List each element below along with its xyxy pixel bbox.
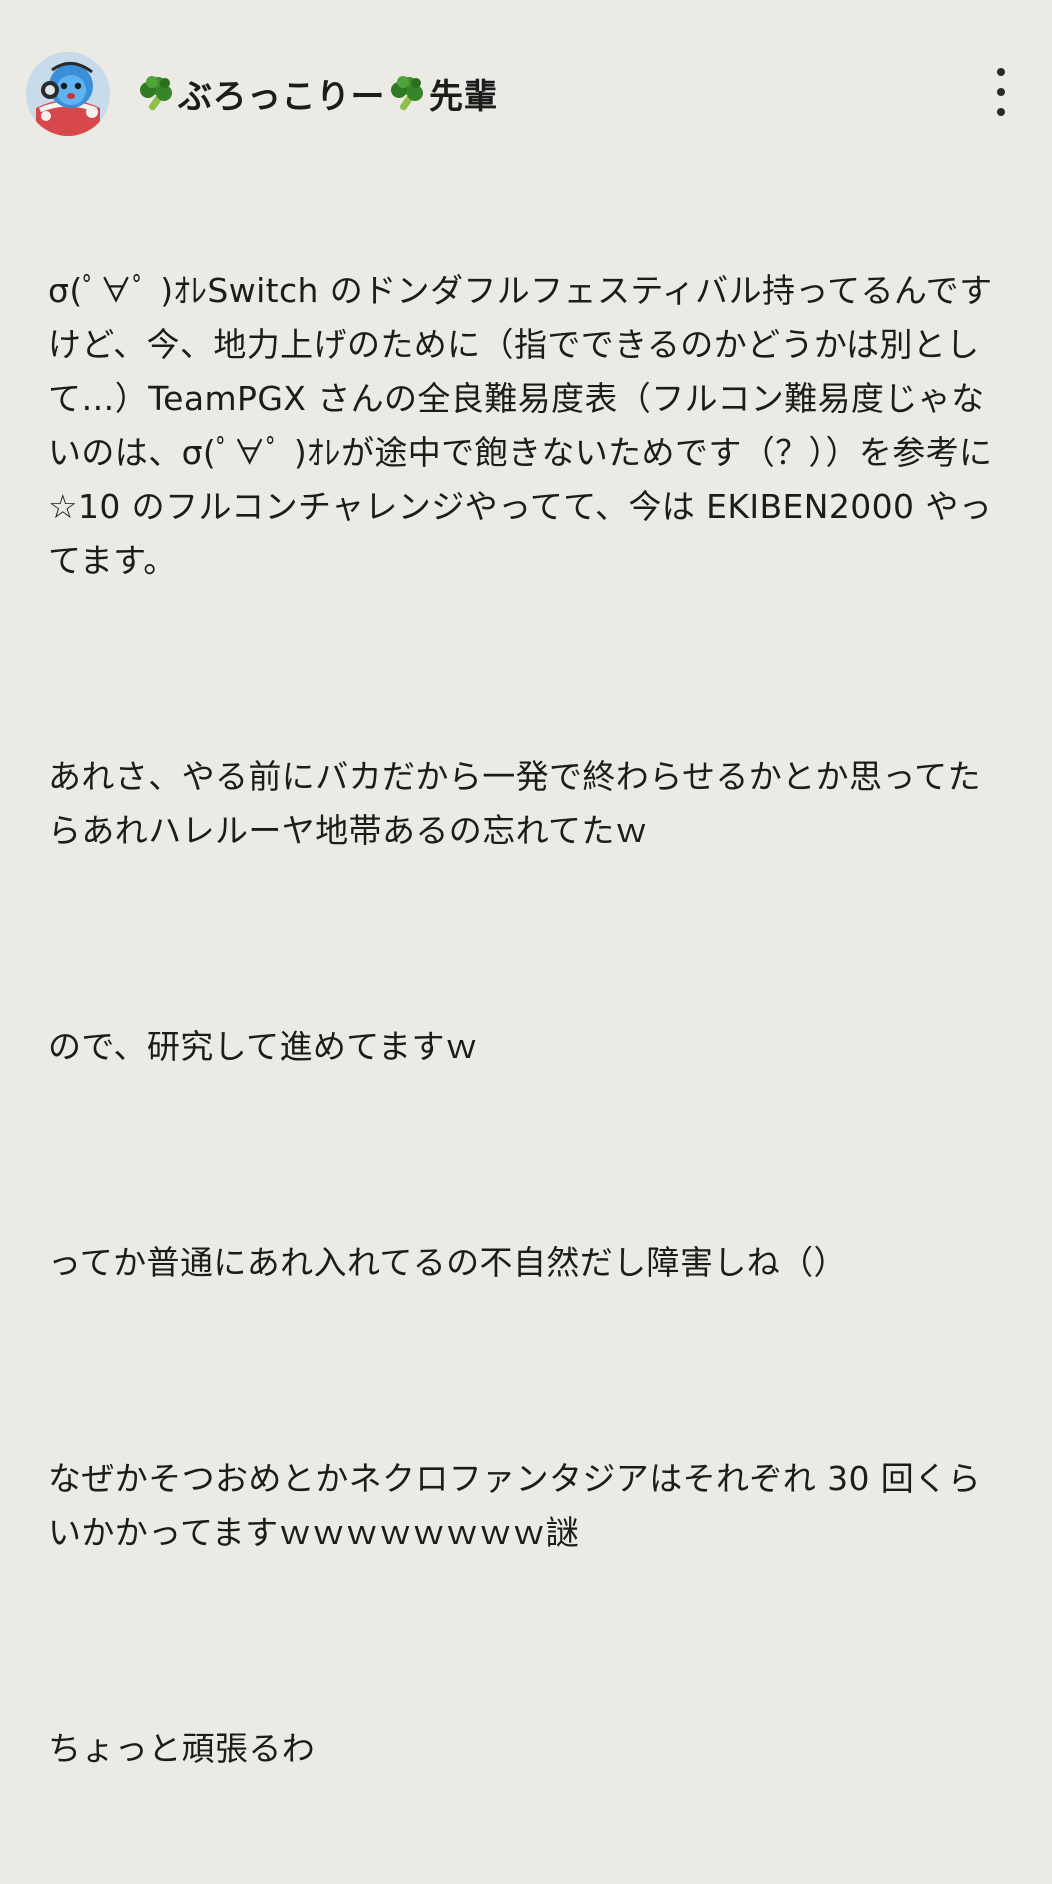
broccoli-icon bbox=[387, 73, 427, 113]
username[interactable]: ぶろっこりー 先輩 bbox=[136, 68, 500, 118]
post-paragraph: あれさ、やる前にバカだから一発で終わらせるかとか思ってたらあれハレルーヤ地帯ある… bbox=[48, 757, 981, 850]
vertical-ellipsis-icon bbox=[997, 108, 1005, 116]
post-body: σ(ﾟ∀ﾟ )ｵﾚSwitch のドンダフルフェスティバル持ってるんですけど、今… bbox=[48, 156, 1008, 1884]
username-suffix: 先輩 bbox=[429, 76, 498, 117]
post-paragraph: σ(ﾟ∀ﾟ )ｵﾚSwitch のドンダフルフェスティバル持ってるんですけど、今… bbox=[48, 271, 993, 580]
drum-mascot-icon bbox=[26, 52, 110, 136]
username-text: ぶろっこりー bbox=[178, 76, 385, 117]
post-paragraph: ので、研究して進めてますｗ bbox=[48, 1027, 479, 1066]
more-options-button[interactable] bbox=[986, 68, 1016, 116]
post-paragraph: ってか普通にあれ入れてるの不自然だし障害しね（） bbox=[48, 1243, 847, 1282]
avatar[interactable] bbox=[26, 52, 110, 136]
vertical-ellipsis-icon bbox=[997, 68, 1005, 76]
post-paragraph: ちょっと頑張るわ bbox=[48, 1729, 316, 1768]
broccoli-icon bbox=[136, 73, 176, 113]
vertical-ellipsis-icon bbox=[997, 88, 1005, 96]
post-card: ぶろっこりー 先輩 σ(ﾟ∀ﾟ )ｵﾚSwitch のドンダフルフェスティバル持… bbox=[0, 0, 1052, 1768]
post-header: ぶろっこりー 先輩 bbox=[26, 52, 1026, 136]
post-paragraph: なぜかそつおめとかネクロファンタジアはそれぞれ 30 回くらいかかってますｗｗｗ… bbox=[48, 1459, 981, 1552]
